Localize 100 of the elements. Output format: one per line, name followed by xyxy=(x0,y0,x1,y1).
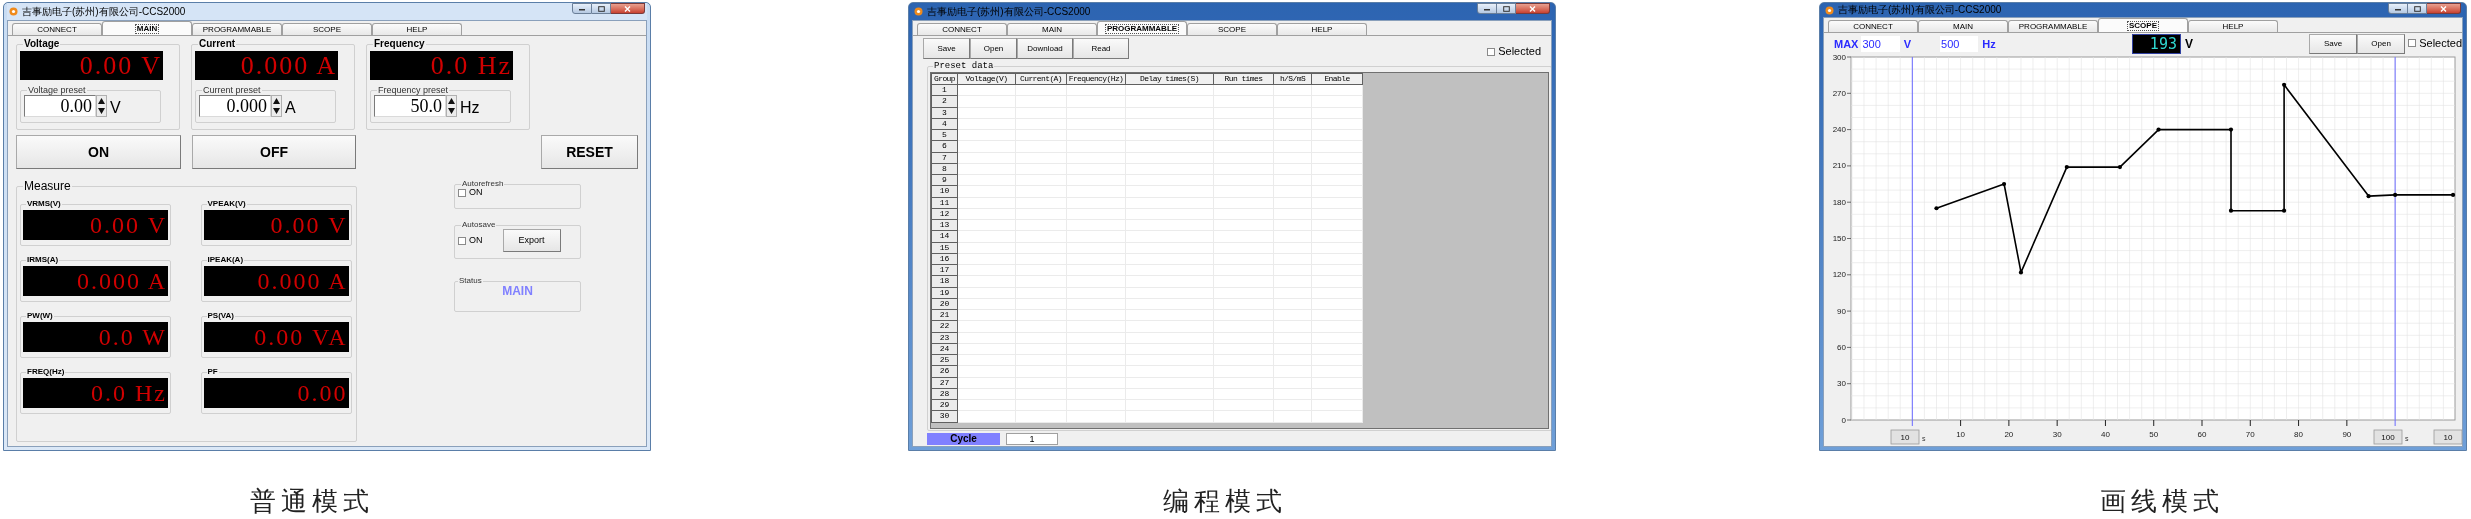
row-header: 28 xyxy=(931,388,958,400)
minimize-icon xyxy=(578,6,586,11)
column-header: Current(A) xyxy=(1015,73,1067,85)
checkbox[interactable] xyxy=(458,236,466,245)
x-tick xyxy=(2249,419,2251,427)
maximize-icon xyxy=(2413,5,2421,12)
digital-display: 0.00 V xyxy=(203,210,349,240)
x-tick-label: 10 xyxy=(1956,430,1966,439)
tab[interactable]: PROGRAMMABLE xyxy=(2008,20,2098,32)
maximize-button[interactable] xyxy=(1497,3,1516,14)
digital-display: 0.0 Hz xyxy=(370,51,513,80)
unit-label: V xyxy=(1903,38,1912,50)
minimize-button[interactable] xyxy=(1477,3,1497,14)
y-tick-label: 240 xyxy=(1832,125,1847,135)
tab[interactable]: PROGRAMMABLE xyxy=(192,23,282,35)
y-tick: 90 xyxy=(1837,306,1852,316)
y-tick: 30 xyxy=(1837,379,1852,389)
tab[interactable]: MAIN xyxy=(1007,23,1097,35)
tab[interactable]: SCOPE xyxy=(2098,18,2188,32)
button[interactable]: Open xyxy=(970,38,1017,59)
button[interactable]: RESET xyxy=(541,135,638,169)
close-icon xyxy=(624,5,631,12)
digital-display: 0.00 V xyxy=(23,210,168,240)
checkbox-label[interactable]: Selected xyxy=(2419,37,2462,49)
tab[interactable]: HELP xyxy=(1277,23,1367,35)
button[interactable]: Download xyxy=(1017,38,1073,59)
button[interactable]: OFF xyxy=(192,135,356,169)
input-field[interactable]: 1 xyxy=(1006,433,1058,445)
checkbox[interactable] xyxy=(458,188,466,197)
y-tick: 0 xyxy=(1841,415,1852,425)
x-tick-label: 80 xyxy=(2294,430,2303,439)
button[interactable]: Save xyxy=(2308,34,2358,54)
input-field[interactable]: 300 xyxy=(1861,36,1900,52)
checkbox[interactable] xyxy=(2408,39,2417,47)
y-tick-label: 150 xyxy=(1832,234,1847,243)
y-tick-label: 30 xyxy=(1837,379,1847,389)
button[interactable]: Save xyxy=(923,38,970,59)
input-field[interactable]: 0.000 xyxy=(199,95,271,117)
tab[interactable]: MAIN xyxy=(1918,20,2008,32)
checkbox-label[interactable]: ON xyxy=(469,236,483,245)
status-text: MAIN xyxy=(502,285,533,297)
y-tick-label: 90 xyxy=(1837,306,1847,316)
input-field[interactable]: 50.0 xyxy=(374,95,446,117)
column-header: Frequency(Hz) xyxy=(1066,73,1126,85)
cursor-field[interactable]: 10 xyxy=(1890,429,1920,445)
button[interactable]: Read xyxy=(1073,38,1129,59)
tab[interactable]: CONNECT xyxy=(12,23,102,35)
data-point xyxy=(2393,192,2398,198)
y-tick: 120 xyxy=(1832,270,1852,280)
tab[interactable]: CONNECT xyxy=(1828,20,1918,32)
spin-buttons[interactable] xyxy=(446,95,457,117)
tab[interactable]: SCOPE xyxy=(282,23,372,35)
group-label: Frequency xyxy=(373,39,426,49)
button[interactable]: Export xyxy=(502,229,561,252)
close-button[interactable] xyxy=(1516,3,1550,14)
minimize-button[interactable] xyxy=(2388,3,2408,14)
maximize-button[interactable] xyxy=(592,3,611,14)
y-tick-label: 0 xyxy=(1841,415,1847,425)
y-tick-label: 270 xyxy=(1832,88,1847,98)
tab[interactable]: HELP xyxy=(372,23,462,35)
checkbox[interactable] xyxy=(1487,47,1496,56)
group-label: FREQ(Hz) xyxy=(26,368,66,376)
cursor-field[interactable]: 10 xyxy=(2433,429,2462,445)
y-tick: 150 xyxy=(1832,234,1852,243)
spin-buttons[interactable] xyxy=(271,95,282,117)
checkbox-label[interactable]: ON xyxy=(469,188,483,197)
row-header: 23 xyxy=(931,332,958,344)
data-point xyxy=(2366,194,2371,199)
cycle-button[interactable]: Cycle xyxy=(927,433,1000,445)
tab[interactable]: SCOPE xyxy=(1187,23,1277,35)
tab[interactable]: CONNECT xyxy=(917,23,1007,35)
row-header: 17 xyxy=(931,264,958,276)
button[interactable]: ON xyxy=(16,135,181,169)
spin-buttons[interactable] xyxy=(96,95,107,117)
checkbox-label[interactable]: Selected xyxy=(1498,46,1541,57)
x-tick xyxy=(2056,419,2058,427)
tab[interactable]: MAIN xyxy=(102,21,192,35)
group-label: VRMS(V) xyxy=(26,200,62,208)
y-tick-label: 60 xyxy=(1837,342,1847,352)
group-label: PW(W) xyxy=(26,312,54,320)
row-header: 16 xyxy=(931,253,958,265)
tab[interactable]: PROGRAMMABLE xyxy=(1097,21,1187,35)
digital-display: 0.0 Hz xyxy=(23,378,168,408)
row-header: 25 xyxy=(931,354,958,366)
window-title: 吉事励电子(苏州)有限公司-CCS2000 xyxy=(927,6,1091,17)
tab[interactable]: HELP xyxy=(2188,20,2278,32)
y-tick: 60 xyxy=(1837,342,1852,352)
close-button[interactable] xyxy=(2427,3,2461,14)
row-header: 13 xyxy=(931,219,958,231)
close-button[interactable] xyxy=(611,3,645,14)
x-tick xyxy=(2153,419,2155,427)
input-field[interactable]: 500 xyxy=(1940,36,1979,52)
button[interactable]: Open xyxy=(2357,34,2406,54)
input-field[interactable]: 0.00 xyxy=(24,95,96,117)
row-header: 4 xyxy=(931,118,958,130)
x-tick-label: 60 xyxy=(2197,430,2207,439)
unit-label: A xyxy=(285,100,296,116)
cursor-field[interactable]: 100 xyxy=(2373,429,2403,445)
minimize-button[interactable] xyxy=(572,3,592,14)
maximize-button[interactable] xyxy=(2408,3,2427,14)
